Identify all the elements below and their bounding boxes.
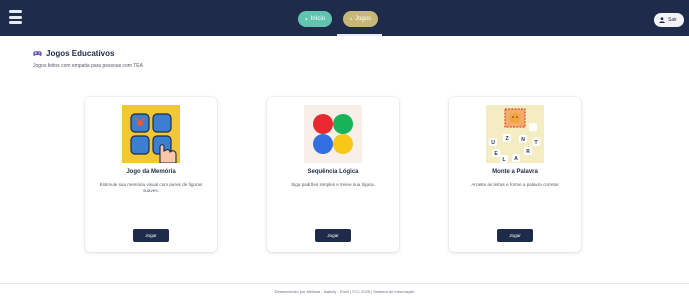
nav-tab-games[interactable]: Jogos	[343, 11, 378, 27]
game-card-title: Monte a Palavra	[492, 169, 538, 175]
play-button-memory[interactable]: Jogar	[133, 229, 169, 242]
memory-game-icon	[122, 105, 180, 163]
word-tiles-icon: U Z N T E R L A	[486, 105, 544, 163]
word-tile-letter: A	[514, 156, 518, 162]
game-card-memory: Jogo da Memória Estimule sua memória vis…	[85, 97, 217, 252]
gamepad-icon	[350, 18, 352, 20]
game-card-description: Siga padrões simples e treine sua lógica…	[291, 182, 375, 187]
game-card-description: Estimule sua memória visual com pares de…	[99, 182, 203, 193]
word-tile-letter: U	[491, 140, 495, 146]
nav-tab-games-label: Jogos	[354, 16, 371, 22]
game-card-word: U Z N T E R L A Monte a Palavra Arraste …	[449, 97, 581, 252]
user-icon	[659, 17, 665, 23]
gamepad-icon	[33, 51, 42, 56]
word-tile-letter: N	[521, 137, 525, 143]
game-card-title: Jogo da Memória	[126, 169, 176, 175]
home-icon	[305, 18, 308, 21]
logout-button[interactable]: Sair	[654, 13, 684, 27]
game-card-title: Sequência Lógica	[307, 169, 359, 175]
nav-tab-home-label: Início	[310, 16, 325, 22]
nav-tab-home[interactable]: Início	[298, 11, 332, 27]
game-card-sequence: Sequência Lógica Siga padrões simples e …	[267, 97, 399, 252]
hamburger-menu-icon[interactable]	[9, 10, 22, 24]
page-title-text: Jogos Educativos	[46, 49, 115, 58]
page-title: Jogos Educativos	[33, 49, 114, 58]
game-card-description: Arraste as letras e forme a palavra corr…	[471, 182, 559, 187]
word-tile-letter: R	[526, 149, 530, 155]
logout-label: Sair	[668, 17, 677, 23]
word-tile-letter: L	[502, 157, 505, 163]
page-subtitle: Jogos feitos com empatia para pessoas co…	[33, 63, 143, 69]
play-button-word[interactable]: Jogar	[497, 229, 533, 242]
play-button-sequence[interactable]: Jogar	[315, 229, 351, 242]
colored-circles-icon	[304, 105, 362, 163]
active-tab-indicator	[337, 34, 382, 36]
footer-divider	[0, 283, 689, 284]
top-navbar: Início Jogos Sair	[0, 0, 689, 36]
footer-text: Desenvolvido por Melissa - Isabely - Emi…	[274, 289, 415, 294]
word-tile-letter: Z	[505, 136, 508, 142]
word-tile-letter: T	[534, 140, 537, 146]
